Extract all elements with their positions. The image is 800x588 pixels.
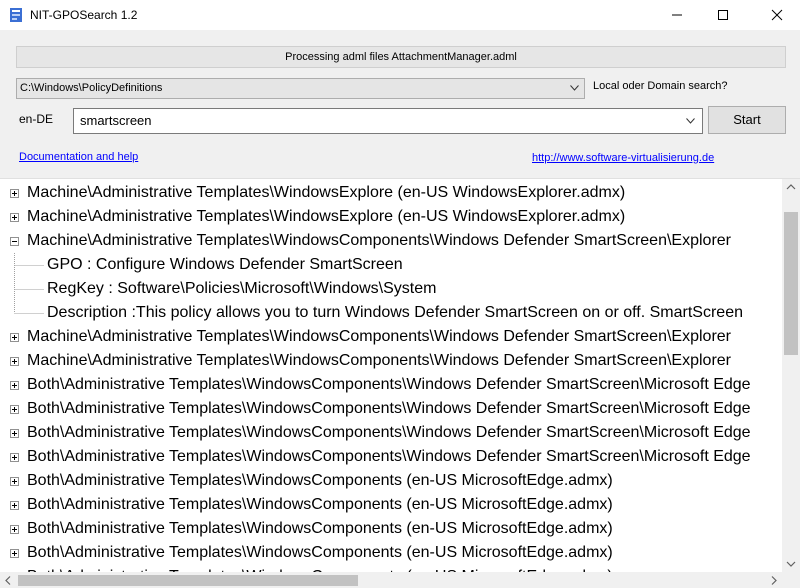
expand-plus-icon[interactable] [10, 333, 19, 342]
tree-item-label: Both\Administrative Templates\WindowsCom… [27, 565, 613, 572]
chevron-down-icon[interactable] [686, 118, 695, 124]
maximize-icon [718, 10, 728, 20]
tree-viewport[interactable]: Machine\Administrative Templates\Windows… [0, 179, 782, 572]
title-bar[interactable]: NIT-GPOSearch 1.2 [0, 0, 800, 30]
tree-item-label: Both\Administrative Templates\WindowsCom… [27, 472, 613, 489]
tree-item-label: Both\Administrative Templates\WindowsCom… [27, 496, 613, 513]
expand-plus-icon[interactable] [10, 501, 19, 510]
tree-item-label: Both\Administrative Templates\WindowsCom… [27, 424, 751, 441]
tree-node[interactable]: Both\Administrative Templates\WindowsCom… [0, 373, 782, 397]
search-input[interactable]: smartscreen [73, 108, 703, 134]
start-button[interactable]: Start [708, 106, 786, 134]
chevron-right-icon [771, 576, 777, 585]
tree-node[interactable]: Both\Administrative Templates\WindowsCom… [0, 397, 782, 421]
search-value: smartscreen [80, 113, 152, 128]
minimize-icon [672, 14, 682, 16]
tree-connector-line [14, 277, 44, 301]
policy-definitions-path-combo[interactable]: C:\Windows\PolicyDefinitions [16, 78, 585, 99]
tree-item-label: Description :This policy allows you to t… [47, 304, 743, 321]
scroll-up-button[interactable] [782, 179, 800, 196]
expand-plus-icon[interactable] [10, 357, 19, 366]
close-button[interactable] [754, 0, 800, 30]
vertical-scroll-thumb[interactable] [784, 212, 798, 355]
tree-child-item[interactable]: RegKey : Software\Policies\Microsoft\Win… [0, 277, 782, 301]
tree-node[interactable]: Machine\Administrative Templates\Windows… [0, 349, 782, 373]
tree-node[interactable]: Both\Administrative Templates\WindowsCom… [0, 541, 782, 565]
expand-plus-icon[interactable] [10, 405, 19, 414]
chevron-down-icon[interactable] [570, 85, 579, 91]
tree-item-label: Machine\Administrative Templates\Windows… [27, 184, 626, 201]
tree-connector-line [14, 253, 44, 277]
scrollbar-corner [782, 572, 800, 588]
search-panel: Processing adml files AttachmentManager.… [0, 30, 800, 178]
tree-child-item[interactable]: Description :This policy allows you to t… [0, 301, 782, 325]
tree-node[interactable]: Both\Administrative Templates\WindowsCom… [0, 517, 782, 541]
tree-item-label: Machine\Administrative Templates\Windows… [27, 328, 731, 345]
collapse-minus-icon[interactable] [10, 237, 19, 246]
chevron-down-icon [786, 561, 796, 567]
minimize-button[interactable] [654, 0, 700, 30]
tree-node[interactable]: Both\Administrative Templates\WindowsCom… [0, 445, 782, 469]
expand-plus-icon[interactable] [10, 213, 19, 222]
expand-plus-icon[interactable] [10, 381, 19, 390]
expand-plus-icon[interactable] [10, 525, 19, 534]
tree-connector-line [14, 301, 44, 314]
expand-plus-icon[interactable] [10, 189, 19, 198]
expand-plus-icon[interactable] [10, 549, 19, 558]
tree-item-label: Machine\Administrative Templates\Windows… [27, 352, 731, 369]
scroll-down-button[interactable] [782, 555, 800, 572]
horizontal-scroll-thumb[interactable] [18, 575, 358, 586]
chevron-up-icon [786, 184, 796, 190]
vertical-scrollbar[interactable] [782, 179, 800, 572]
tree-node[interactable]: Both\Administrative Templates\WindowsCom… [0, 493, 782, 517]
tree-item-label: Both\Administrative Templates\WindowsCom… [27, 400, 751, 417]
tree-node[interactable]: Machine\Administrative Templates\Windows… [0, 205, 782, 229]
scroll-left-button[interactable] [0, 572, 17, 588]
website-link[interactable]: http://www.software-virtualisierung.de [532, 152, 714, 164]
tree-node[interactable]: Machine\Administrative Templates\Windows… [0, 325, 782, 349]
language-label: en-DE [19, 112, 54, 126]
tree-item-label: GPO : Configure Windows Defender SmartSc… [47, 256, 403, 273]
scroll-right-button[interactable] [765, 572, 782, 588]
gpo-search-app-icon [10, 8, 22, 22]
tree-item-label: RegKey : Software\Policies\Microsoft\Win… [47, 280, 437, 297]
close-icon [771, 9, 783, 21]
tree-item-label: Both\Administrative Templates\WindowsCom… [27, 520, 613, 537]
tree-node[interactable]: Machine\Administrative Templates\Windows… [0, 229, 782, 253]
tree-node[interactable]: Machine\Administrative Templates\Windows… [0, 181, 782, 205]
tree-child-item[interactable]: GPO : Configure Windows Defender SmartSc… [0, 253, 782, 277]
tree-item-label: Both\Administrative Templates\WindowsCom… [27, 544, 613, 561]
scope-label[interactable]: Local oder Domain search? [593, 80, 728, 92]
path-value: C:\Windows\PolicyDefinitions [20, 82, 163, 94]
tree-item-label: Both\Administrative Templates\WindowsCom… [27, 448, 751, 465]
tree-node[interactable]: Both\Administrative Templates\WindowsCom… [0, 565, 782, 572]
tree-item-label: Machine\Administrative Templates\Windows… [27, 232, 731, 249]
expand-plus-icon[interactable] [10, 453, 19, 462]
tree-node[interactable]: Both\Administrative Templates\WindowsCom… [0, 469, 782, 493]
results-tree[interactable]: Machine\Administrative Templates\Windows… [0, 178, 800, 588]
horizontal-scrollbar[interactable] [0, 572, 782, 588]
maximize-button[interactable] [700, 0, 746, 30]
documentation-link[interactable]: Documentation and help [19, 151, 138, 163]
expand-plus-icon[interactable] [10, 477, 19, 486]
status-bar: Processing adml files AttachmentManager.… [16, 46, 786, 68]
tree-item-label: Machine\Administrative Templates\Windows… [27, 208, 626, 225]
tree-node[interactable]: Both\Administrative Templates\WindowsCom… [0, 421, 782, 445]
expand-plus-icon[interactable] [10, 429, 19, 438]
chevron-left-icon [5, 576, 11, 585]
window-title: NIT-GPOSearch 1.2 [30, 8, 138, 22]
tree-item-label: Both\Administrative Templates\WindowsCom… [27, 376, 751, 393]
